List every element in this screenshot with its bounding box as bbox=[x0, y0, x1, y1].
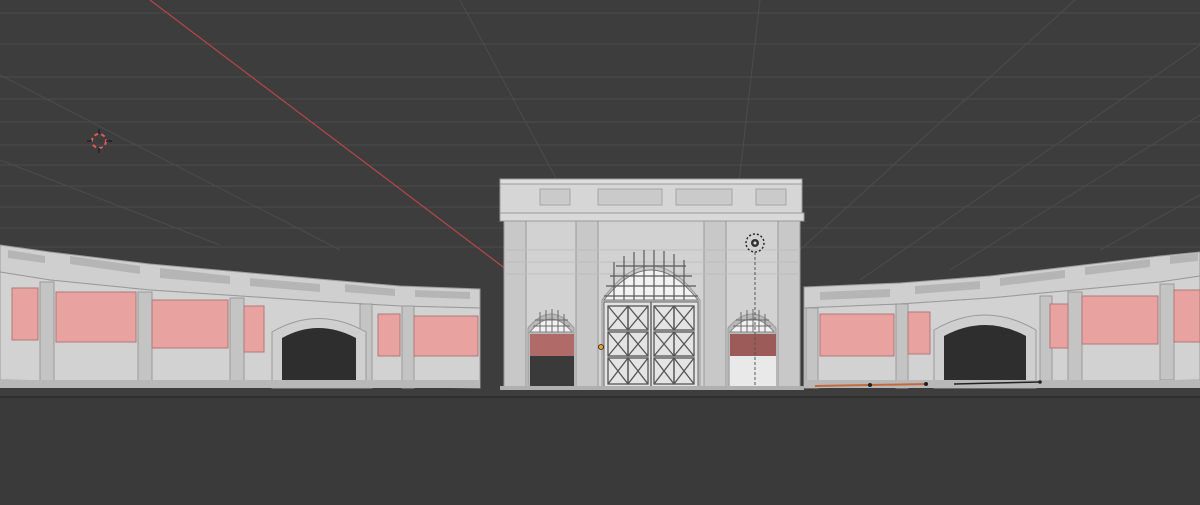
ground-plane bbox=[0, 397, 1200, 505]
central-gate[interactable] bbox=[499, 178, 805, 390]
3d-viewport[interactable] bbox=[0, 0, 1200, 505]
object-origin-icon[interactable] bbox=[598, 344, 604, 350]
viewport-canvas[interactable] bbox=[0, 0, 1200, 505]
